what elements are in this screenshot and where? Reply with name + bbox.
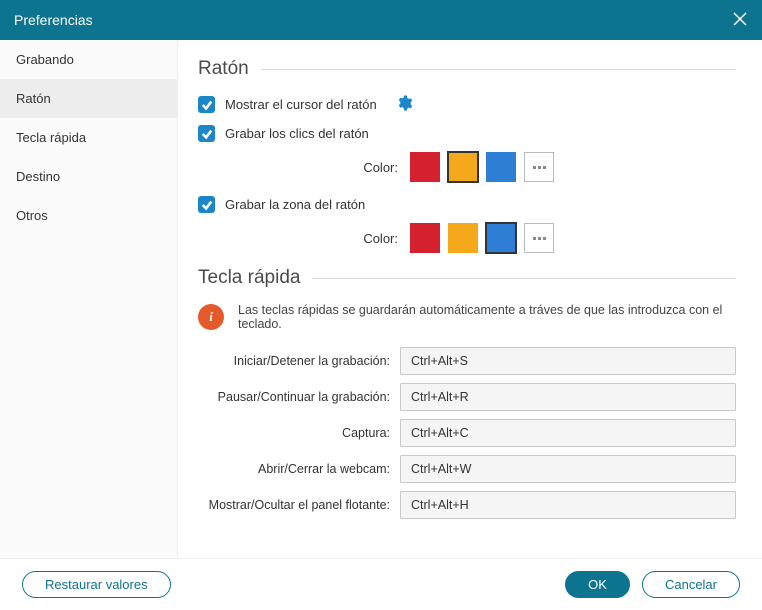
swatch-zone-1[interactable]: [448, 223, 478, 253]
cancel-button[interactable]: Cancelar: [642, 571, 740, 598]
sidebar: Grabando Ratón Tecla rápida Destino Otro…: [0, 40, 178, 558]
window-title: Preferencias: [14, 12, 93, 28]
info-icon: i: [198, 304, 224, 330]
hk-label-1: Pausar/Continuar la grabación:: [198, 390, 400, 404]
more-colors-clicks[interactable]: [524, 152, 554, 182]
checkbox-record-zone[interactable]: [198, 196, 215, 213]
section-title-hotkey: Tecla rápida: [198, 267, 736, 289]
titlebar: Preferencias: [0, 0, 762, 40]
more-colors-zone[interactable]: [524, 223, 554, 253]
close-icon[interactable]: [732, 11, 748, 30]
section-title-mouse-text: Ratón: [198, 58, 249, 80]
section-title-mouse: Ratón: [198, 58, 736, 80]
info-text: Las teclas rápidas se guardarán automáti…: [238, 303, 736, 331]
sidebar-item-destino[interactable]: Destino: [0, 157, 177, 196]
color-label-zone: Color:: [226, 231, 410, 246]
main-panel: Ratón Mostrar el cursor del ratón Grabar…: [178, 40, 762, 558]
sidebar-item-grabando[interactable]: Grabando: [0, 40, 177, 79]
hk-label-4: Mostrar/Ocultar el panel flotante:: [198, 498, 400, 512]
color-label-clicks: Color:: [226, 160, 410, 175]
sidebar-item-otros[interactable]: Otros: [0, 196, 177, 235]
hk-label-0: Iniciar/Detener la grabación:: [198, 354, 400, 368]
restore-button[interactable]: Restaurar valores: [22, 571, 171, 598]
hk-input-floating-panel[interactable]: [400, 491, 736, 519]
hk-input-webcam[interactable]: [400, 455, 736, 483]
hk-input-pause-resume[interactable]: [400, 383, 736, 411]
ok-button[interactable]: OK: [565, 571, 630, 598]
hk-input-capture[interactable]: [400, 419, 736, 447]
footer: Restaurar valores OK Cancelar: [0, 558, 762, 610]
hk-label-3: Abrir/Cerrar la webcam:: [198, 462, 400, 476]
swatch-zone-0[interactable]: [410, 223, 440, 253]
checkbox-show-cursor[interactable]: [198, 96, 215, 113]
swatch-click-2[interactable]: [486, 152, 516, 182]
sidebar-item-raton[interactable]: Ratón: [0, 79, 177, 118]
hk-label-2: Captura:: [198, 426, 400, 440]
gear-icon[interactable]: [395, 94, 413, 115]
label-record-clicks: Grabar los clics del ratón: [225, 126, 369, 141]
hk-input-start-stop[interactable]: [400, 347, 736, 375]
swatch-click-1[interactable]: [448, 152, 478, 182]
label-record-zone: Grabar la zona del ratón: [225, 197, 365, 212]
checkbox-record-clicks[interactable]: [198, 125, 215, 142]
swatch-click-0[interactable]: [410, 152, 440, 182]
section-title-hotkey-text: Tecla rápida: [198, 267, 300, 289]
label-show-cursor: Mostrar el cursor del ratón: [225, 97, 377, 112]
swatch-zone-2[interactable]: [486, 223, 516, 253]
sidebar-item-tecla-rapida[interactable]: Tecla rápida: [0, 118, 177, 157]
